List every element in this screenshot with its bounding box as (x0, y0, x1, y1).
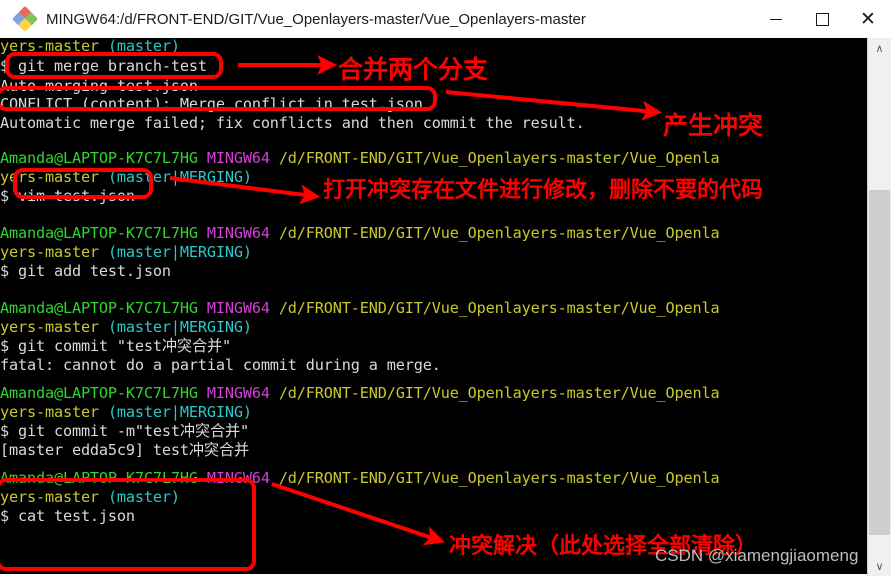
terminal-text-segment: /d/FRONT-END/GIT/Vue_Openlayers-master/V… (278, 469, 720, 487)
terminal-text-segment: $ git merge branch-test (0, 57, 207, 75)
terminal-text-segment: (master|MERGING) (107, 403, 252, 421)
terminal-output[interactable]: yers-master (master) $ git merge branch-t… (0, 38, 868, 574)
scroll-down-arrow-icon[interactable]: ∨ (868, 556, 891, 576)
terminal-text-segment: Amanda@LAPTOP-K7C7L7HG (0, 469, 207, 487)
terminal-line: Amanda@LAPTOP-K7C7L7HG MINGW64 /d/FRONT-… (0, 225, 720, 241)
terminal-text-segment: MINGW64 (206, 149, 279, 167)
terminal-text-segment: yers-master (0, 243, 108, 261)
terminal-line: Automatic merge failed; fix conflicts an… (0, 115, 585, 131)
watermark-text: CSDN @xiamengjiaomeng (655, 546, 859, 565)
terminal-line: Amanda@LAPTOP-K7C7L7HG MINGW64 /d/FRONT-… (0, 470, 720, 486)
terminal-text-segment: (master) (107, 38, 180, 55)
terminal-line: CONFLICT (content): Merge conflict in te… (0, 96, 423, 112)
terminal-line: yers-master (master) (0, 489, 180, 505)
terminal-line: $ vim test.json (0, 188, 135, 204)
terminal-text-segment: (master|MERGING) (107, 243, 252, 261)
minimize-button[interactable] (753, 0, 799, 38)
window-titlebar[interactable]: MINGW64:/d/FRONT-END/GIT/Vue_Openlayers-… (0, 0, 891, 39)
terminal-line: [master edda5c9] test冲突合并 (0, 442, 249, 458)
terminal-text-segment: /d/FRONT-END/GIT/Vue_Openlayers-master/V… (278, 299, 720, 317)
window-controls: ✕ (753, 0, 891, 38)
close-icon: ✕ (860, 8, 876, 30)
terminal-text-segment: yers-master (0, 488, 108, 506)
terminal-line: fatal: cannot do a partial commit during… (0, 357, 441, 373)
close-button[interactable]: ✕ (845, 0, 891, 38)
terminal-text-segment: MINGW64 (206, 469, 279, 487)
terminal-text-segment: Auto-merging test.json (0, 77, 198, 95)
app-window: MINGW64:/d/FRONT-END/GIT/Vue_Openlayers-… (0, 0, 891, 576)
terminal-line: $ git add test.json (0, 263, 171, 279)
terminal-line: Amanda@LAPTOP-K7C7L7HG MINGW64 /d/FRONT-… (0, 300, 720, 316)
terminal-text-segment: MINGW64 (206, 299, 279, 317)
terminal-line: Amanda@LAPTOP-K7C7L7HG MINGW64 /d/FRONT-… (0, 385, 720, 401)
terminal-line: $ git commit "test冲突合并" (0, 338, 231, 354)
terminal-line: yers-master (master|MERGING) (0, 169, 252, 185)
terminal-text-segment: $ cat test.json (0, 507, 135, 525)
terminal-text-segment: Amanda@LAPTOP-K7C7L7HG (0, 384, 207, 402)
terminal-scrollbar[interactable]: ∧ ∨ (867, 38, 891, 576)
terminal-text-segment: $ git add test.json (0, 262, 171, 280)
terminal-text-segment: yers-master (0, 403, 108, 421)
terminal-text-segment: MINGW64 (206, 384, 279, 402)
terminal-line: yers-master (master|MERGING) (0, 319, 252, 335)
terminal-line: $ git merge branch-test (0, 58, 207, 74)
terminal-text-segment: yers-master (0, 168, 108, 186)
minimize-icon (770, 18, 782, 20)
maximize-icon (815, 12, 829, 26)
terminal-text-segment: /d/FRONT-END/GIT/Vue_Openlayers-master/V… (278, 224, 720, 242)
terminal-text-segment: Amanda@LAPTOP-K7C7L7HG (0, 299, 207, 317)
window-title: MINGW64:/d/FRONT-END/GIT/Vue_Openlayers-… (46, 10, 586, 28)
terminal-line: Auto-merging test.json (0, 78, 198, 94)
scroll-up-arrow-icon[interactable]: ∧ (868, 38, 891, 58)
terminal-text-segment: yers-master (0, 318, 108, 336)
terminal-text-segment: $ git commit -m"test冲突合并" (0, 422, 250, 440)
terminal-line: Amanda@LAPTOP-K7C7L7HG MINGW64 /d/FRONT-… (0, 150, 720, 166)
terminal-line: yers-master (master) (0, 38, 180, 54)
terminal-text-segment: /d/FRONT-END/GIT/Vue_Openlayers-master/V… (278, 149, 720, 167)
terminal-line: $ git commit -m"test冲突合并" (0, 423, 249, 439)
terminal-text-segment: [master edda5c9] test冲突合并 (0, 441, 250, 459)
terminal-text-segment: yers-master (0, 38, 108, 55)
terminal-text-segment: (master) (107, 488, 180, 506)
git-bash-diamond-icon (11, 5, 39, 33)
terminal-line: $ cat test.json (0, 508, 135, 524)
terminal-text-segment: /d/FRONT-END/GIT/Vue_Openlayers-master/V… (278, 384, 720, 402)
scrollbar-thumb[interactable] (869, 190, 890, 535)
terminal-line: yers-master (master|MERGING) (0, 244, 252, 260)
terminal-text-segment: MINGW64 (206, 224, 279, 242)
terminal-text-segment: (master|MERGING) (107, 318, 252, 336)
terminal-text-segment: fatal: cannot do a partial commit during… (0, 356, 441, 374)
terminal-text-segment: $ git commit "test冲突合并" (0, 337, 232, 355)
maximize-button[interactable] (799, 0, 845, 38)
terminal-text-segment: (master|MERGING) (107, 168, 252, 186)
terminal-text-segment: Amanda@LAPTOP-K7C7L7HG (0, 224, 207, 242)
terminal-line: yers-master (master|MERGING) (0, 404, 252, 420)
terminal-text-segment: $ vim test.json (0, 187, 135, 205)
terminal-text-segment: Amanda@LAPTOP-K7C7L7HG (0, 149, 207, 167)
terminal-text-segment: Automatic merge failed; fix conflicts an… (0, 114, 585, 132)
terminal-text-segment: CONFLICT (content): Merge conflict in te… (0, 95, 423, 113)
